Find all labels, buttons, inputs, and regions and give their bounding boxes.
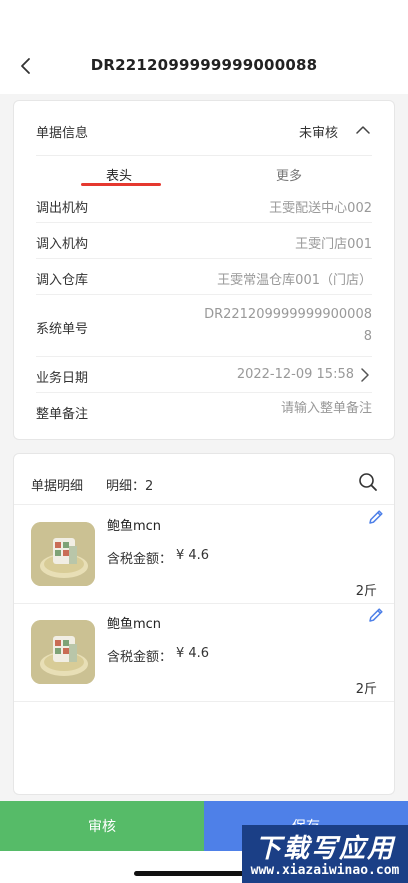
row-label: 整单备注 — [36, 407, 89, 422]
row-value: 2022-12-09 15:58 — [236, 367, 354, 382]
document-detail-card: 单据明细 明细：2 鲍鱼mcn 含税金额： ¥ 4.6 2斤 鲍鱼mcn 含税金… — [13, 453, 395, 795]
bottom-action-bar: 审核 保存 — [0, 801, 408, 851]
price-value: ¥ 4.6 — [176, 548, 210, 563]
row-remark: 整单备注 — [36, 393, 372, 429]
product-name: 鲍鱼mcn — [107, 617, 162, 632]
detail-count: 明细：2 — [106, 479, 154, 494]
row-value: DR2212099999999000088 — [204, 307, 372, 344]
row-to-org[interactable]: 调入机构 王雯门店001 — [36, 223, 372, 259]
pencil-icon[interactable] — [367, 606, 385, 624]
price-value: ¥ 4.6 — [176, 646, 210, 661]
info-rows: 调出机构 王雯配送中心002 调入机构 王雯门店001 调入仓库 王雯常温仓库0… — [36, 187, 372, 429]
row-label: 调入机构 — [36, 237, 89, 252]
detail-header: 单据明细 明细：2 — [14, 454, 394, 505]
detail-section-label: 单据明细 — [31, 479, 84, 494]
row-value: 王雯配送中心002 — [269, 201, 372, 216]
row-system-number: 系统单号 DR2212099999999000088 — [36, 295, 372, 357]
row-to-warehouse[interactable]: 调入仓库 王雯常温仓库001（门店） — [36, 259, 372, 295]
chevron-right-icon[interactable] — [358, 367, 372, 383]
save-button[interactable]: 保存 — [204, 801, 408, 851]
audit-button[interactable]: 审核 — [0, 801, 204, 851]
product-name: 鲍鱼mcn — [107, 519, 162, 534]
document-info-card: 单据信息 未审核 表头 更多 调出机构 王雯配送中心002 调入机构 王雯门店0… — [13, 100, 395, 440]
search-icon[interactable] — [358, 472, 378, 492]
row-value: 王雯常温仓库001（门店） — [217, 273, 372, 288]
quantity: 2斤 — [355, 584, 377, 599]
price-label: 含税金额： — [107, 650, 173, 665]
home-indicator — [134, 871, 274, 876]
product-image — [31, 522, 95, 586]
remark-input[interactable] — [212, 401, 372, 416]
row-value: 王雯门店001 — [295, 237, 372, 252]
tab-more[interactable]: 更多 — [276, 165, 302, 184]
nav-bar: DR2212099999999000088 — [0, 0, 408, 94]
row-label: 调入仓库 — [36, 273, 89, 288]
tab-header[interactable]: 表头 — [106, 165, 132, 184]
info-section-label: 单据信息 — [36, 126, 89, 141]
row-label: 业务日期 — [36, 371, 89, 386]
info-tabs: 表头 更多 — [36, 155, 372, 187]
home-bar — [0, 851, 408, 883]
product-image — [31, 620, 95, 684]
chevron-up-icon[interactable] — [354, 121, 372, 139]
active-tab-indicator — [81, 183, 161, 186]
list-item[interactable]: 鲍鱼mcn 含税金额： ¥ 4.6 2斤 — [14, 604, 394, 702]
list-item[interactable]: 鲍鱼mcn 含税金额： ¥ 4.6 2斤 — [14, 506, 394, 604]
page-title: DR2212099999999000088 — [90, 56, 318, 74]
pencil-icon[interactable] — [367, 508, 385, 526]
row-business-date[interactable]: 业务日期 2022-12-09 15:58 — [36, 357, 372, 393]
row-label: 系统单号 — [36, 322, 89, 337]
row-from-org[interactable]: 调出机构 王雯配送中心002 — [36, 187, 372, 223]
info-header[interactable]: 单据信息 未审核 — [14, 101, 394, 155]
price-label: 含税金额： — [107, 552, 173, 567]
quantity: 2斤 — [355, 682, 377, 697]
status-badge: 未审核 — [298, 126, 338, 141]
row-label: 调出机构 — [36, 201, 89, 216]
